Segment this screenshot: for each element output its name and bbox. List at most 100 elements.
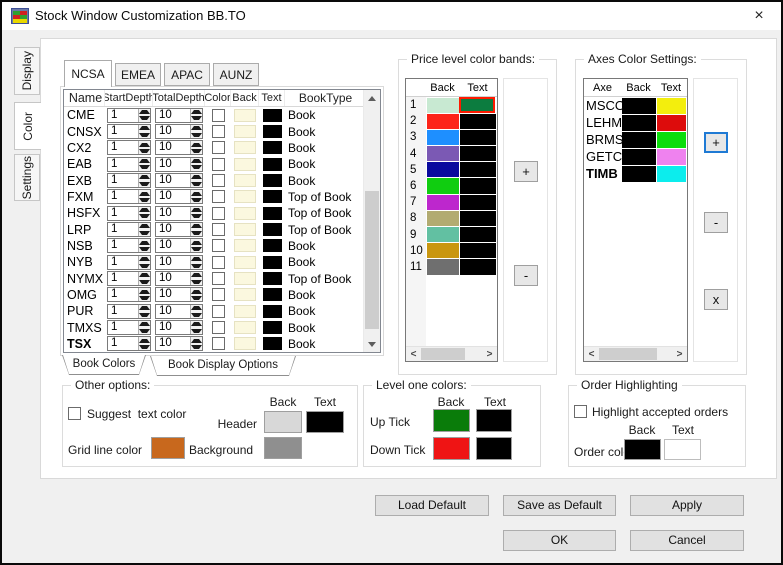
text-color-swatch[interactable] [262, 223, 282, 237]
start-depth-spinner-value[interactable]: 1 [108, 141, 138, 154]
tab-color[interactable]: Color [14, 102, 41, 150]
spin-down-icon[interactable] [139, 181, 150, 188]
band-back-swatch[interactable] [426, 146, 459, 162]
axe-back-swatch[interactable] [621, 97, 656, 114]
total-depth-spinner-value[interactable]: 10 [156, 158, 190, 171]
band-back-swatch[interactable] [426, 113, 459, 129]
band-text-swatch[interactable] [459, 259, 496, 275]
tab-display[interactable]: Display [14, 47, 40, 95]
start-depth-spinner-value[interactable]: 1 [108, 305, 138, 318]
tab-book-colors[interactable]: Book Colors [62, 355, 146, 375]
back-color-swatch[interactable] [234, 206, 256, 220]
band-text-swatch[interactable] [459, 97, 495, 114]
spin-down-icon[interactable] [191, 132, 202, 139]
cancel-button[interactable]: Cancel [630, 530, 744, 551]
start-depth-spinner-value[interactable]: 1 [108, 288, 138, 301]
remove-band-button[interactable]: - [514, 265, 538, 286]
back-color-swatch[interactable] [234, 174, 256, 188]
scroll-down-icon[interactable] [364, 336, 380, 352]
spin-down-icon[interactable] [191, 197, 202, 204]
total-depth-spinner-value[interactable]: 10 [156, 174, 190, 187]
scroll-left-icon[interactable]: < [584, 347, 599, 361]
load-default-button[interactable]: Load Default [375, 495, 489, 516]
band-text-swatch[interactable] [459, 194, 496, 210]
total-depth-spinner-value[interactable]: 10 [156, 321, 190, 334]
band-back-swatch[interactable] [426, 243, 459, 259]
text-color-swatch[interactable] [262, 321, 282, 335]
spin-down-icon[interactable] [139, 213, 150, 220]
delete-axe-button[interactable]: x [704, 289, 728, 310]
start-depth-spinner-value[interactable]: 1 [108, 190, 138, 203]
color-checkbox[interactable] [211, 157, 225, 171]
spin-down-icon[interactable] [139, 311, 150, 318]
tab-ncsa[interactable]: NCSA [64, 60, 112, 87]
text-color-swatch[interactable] [262, 304, 282, 318]
spin-down-icon[interactable] [139, 164, 150, 171]
add-band-button[interactable]: + [514, 161, 538, 182]
back-color-swatch[interactable] [234, 125, 256, 139]
back-color-swatch[interactable] [234, 304, 256, 318]
back-color-swatch[interactable] [234, 108, 256, 122]
back-color-swatch[interactable] [234, 272, 256, 286]
band-back-swatch[interactable] [426, 259, 459, 275]
band-back-swatch[interactable] [426, 162, 459, 178]
axe-back-swatch[interactable] [621, 148, 656, 165]
total-depth-spinner-value[interactable]: 10 [156, 223, 190, 236]
back-color-swatch[interactable] [234, 239, 256, 253]
tab-settings[interactable]: Settings [14, 154, 40, 201]
grid-line-color-swatch[interactable] [151, 437, 185, 459]
total-depth-spinner-value[interactable]: 10 [156, 125, 190, 138]
color-checkbox[interactable] [211, 255, 225, 269]
color-checkbox[interactable] [211, 288, 225, 302]
spin-down-icon[interactable] [191, 148, 202, 155]
back-color-swatch[interactable] [234, 157, 256, 171]
scrollbar-thumb[interactable] [599, 348, 657, 360]
axe-text-swatch[interactable] [656, 165, 686, 182]
text-color-swatch[interactable] [262, 157, 282, 171]
axe-text-swatch[interactable] [656, 114, 686, 131]
spin-down-icon[interactable] [191, 344, 202, 351]
start-depth-spinner-value[interactable]: 1 [108, 239, 138, 252]
axe-text-swatch[interactable] [656, 97, 686, 114]
axe-back-swatch[interactable] [621, 114, 656, 131]
text-color-swatch[interactable] [262, 141, 282, 155]
start-depth-spinner-value[interactable]: 1 [108, 337, 138, 350]
text-color-swatch[interactable] [262, 272, 282, 286]
spin-down-icon[interactable] [139, 262, 150, 269]
text-color-swatch[interactable] [262, 255, 282, 269]
text-color-swatch[interactable] [262, 206, 282, 220]
band-text-swatch[interactable] [459, 129, 496, 146]
axe-back-swatch[interactable] [621, 131, 656, 148]
band-back-swatch[interactable] [426, 129, 459, 146]
text-color-swatch[interactable] [262, 190, 282, 204]
spin-down-icon[interactable] [139, 115, 150, 122]
total-depth-spinner-value[interactable]: 10 [156, 256, 190, 269]
tab-book-display-options[interactable]: Book Display Options [150, 356, 296, 376]
spin-down-icon[interactable] [191, 213, 202, 220]
text-color-swatch[interactable] [262, 125, 282, 139]
color-checkbox[interactable] [211, 125, 225, 139]
band-back-swatch[interactable] [426, 97, 459, 113]
color-checkbox[interactable] [211, 141, 225, 155]
spin-down-icon[interactable] [139, 246, 150, 253]
total-depth-spinner-value[interactable]: 10 [156, 141, 190, 154]
start-depth-spinner-value[interactable]: 1 [108, 223, 138, 236]
down-tick-back-swatch[interactable] [433, 437, 470, 460]
color-checkbox[interactable] [211, 223, 225, 237]
color-checkbox[interactable] [211, 239, 225, 253]
band-back-swatch[interactable] [426, 227, 459, 243]
color-checkbox[interactable] [211, 108, 225, 122]
up-tick-text-swatch[interactable] [476, 409, 512, 432]
text-color-swatch[interactable] [262, 337, 282, 351]
axes-hscrollbar[interactable]: < > [584, 346, 687, 361]
color-checkbox[interactable] [211, 337, 225, 351]
spin-down-icon[interactable] [191, 311, 202, 318]
spin-down-icon[interactable] [191, 246, 202, 253]
band-text-swatch[interactable] [459, 243, 496, 259]
price-bands-hscrollbar[interactable]: < > [406, 346, 497, 361]
table-vertical-scrollbar[interactable] [363, 90, 380, 352]
highlight-accepted-orders-checkbox[interactable] [574, 405, 587, 418]
suggest-text-color-checkbox[interactable] [68, 407, 81, 420]
start-depth-spinner-value[interactable]: 1 [108, 207, 138, 220]
text-color-swatch[interactable] [262, 239, 282, 253]
